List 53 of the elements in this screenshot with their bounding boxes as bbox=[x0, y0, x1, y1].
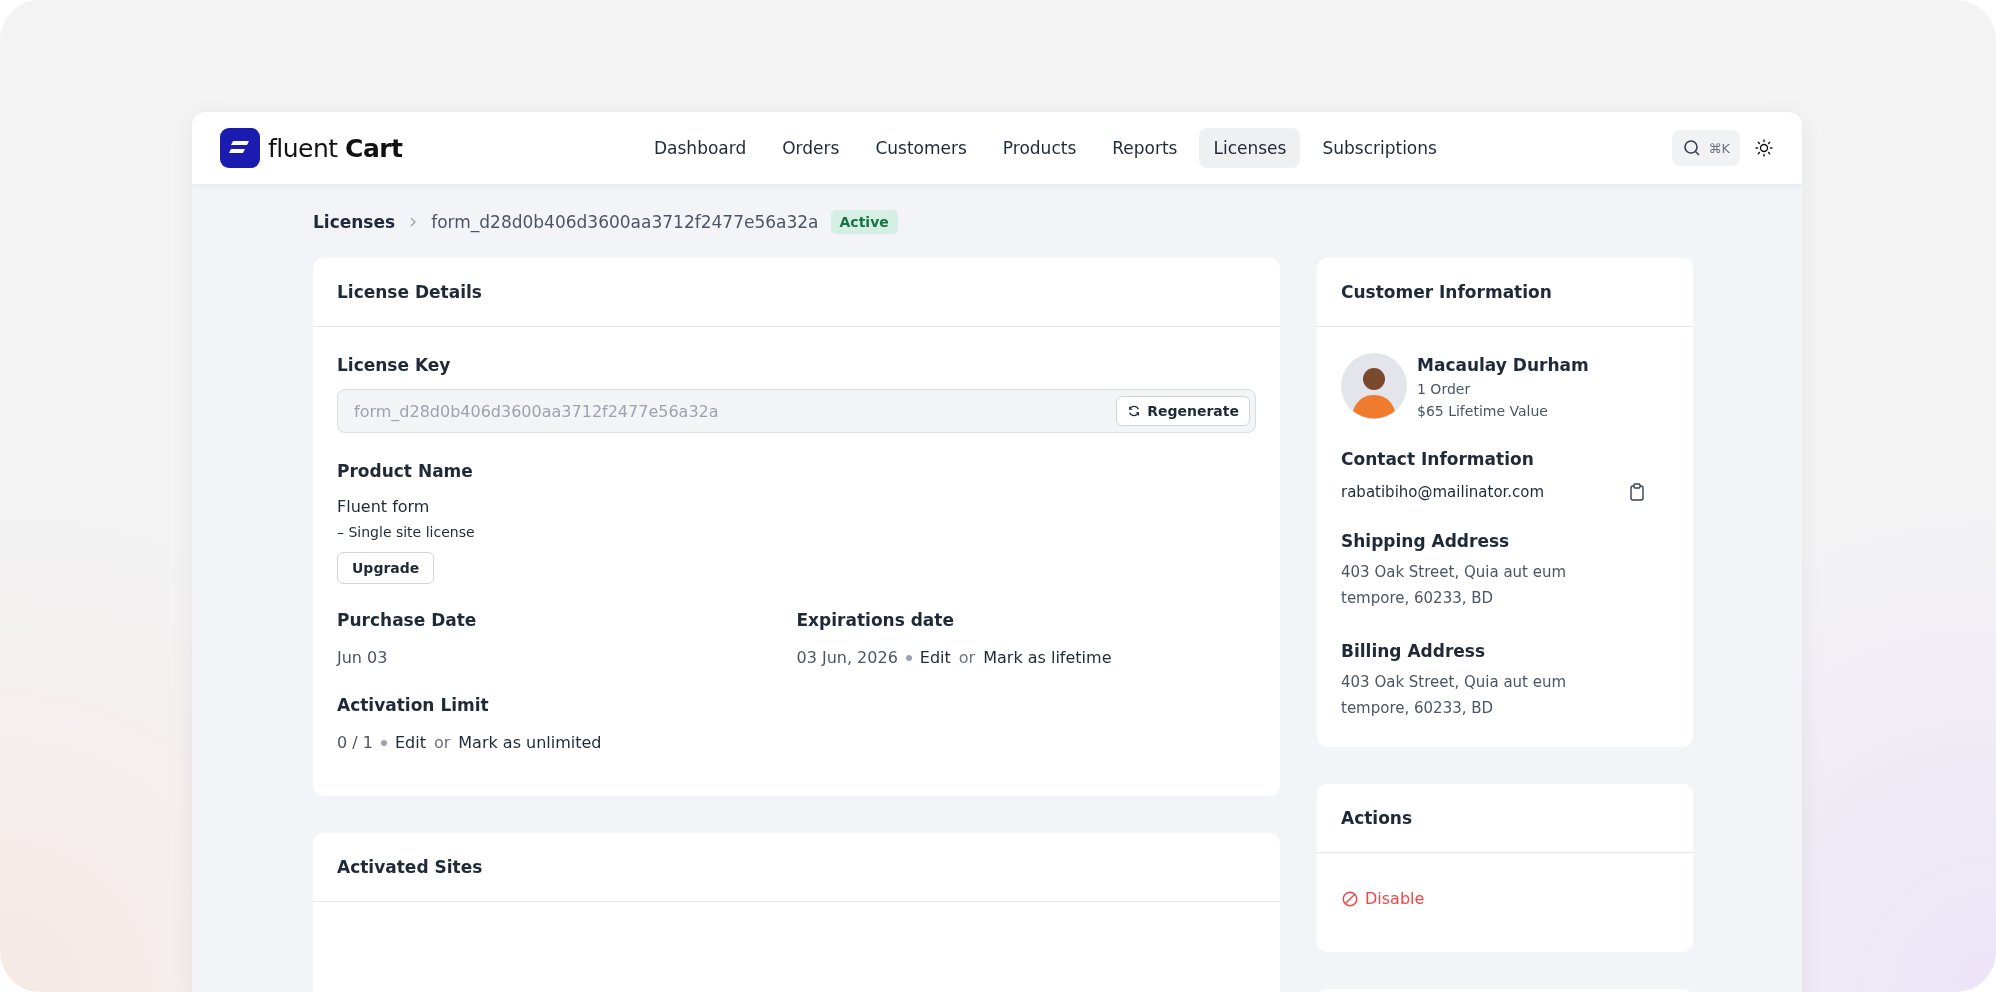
search-button[interactable]: ⌘K bbox=[1672, 130, 1740, 166]
address-text: 403 Oak Street, Quia aut eum tempore, 60233, BD bbox=[1341, 562, 1568, 609]
dot-separator-icon bbox=[380, 739, 387, 746]
status-badge: Active bbox=[830, 210, 898, 234]
nav-tab[interactable]: Subscriptions bbox=[1308, 128, 1451, 168]
copy-icon[interactable] bbox=[1629, 483, 1645, 501]
section-label: Billing Address bbox=[1341, 641, 1487, 661]
field-label: Purchase Date bbox=[337, 610, 478, 630]
mark-link[interactable]: Mark as unlimited bbox=[458, 733, 602, 752]
product-name: Fluent form bbox=[337, 497, 431, 516]
nav-tab[interactable]: Customers bbox=[861, 128, 981, 168]
breadcrumb-current: form_d28d0b406d3600aa3712f2477e56a32a bbox=[431, 212, 819, 232]
field-label: Expirations date bbox=[796, 610, 955, 630]
or-text: or bbox=[433, 733, 451, 752]
or-text: or bbox=[958, 648, 976, 667]
card-title: Activated Sites bbox=[337, 857, 483, 877]
section-label: Shipping Address bbox=[1341, 531, 1511, 551]
logo-icon bbox=[220, 128, 260, 168]
nav-tab[interactable]: Products bbox=[988, 128, 1091, 168]
nav-tab[interactable]: Dashboard bbox=[640, 128, 761, 168]
customer-name: Macaulay Durham bbox=[1417, 355, 1589, 375]
field-label: Activation Limit bbox=[337, 695, 490, 715]
sun-icon[interactable] bbox=[1754, 138, 1774, 158]
section-label: Contact Information bbox=[1341, 449, 1535, 469]
block-icon bbox=[1341, 889, 1359, 908]
card-title: Actions bbox=[1341, 808, 1413, 828]
edit-link[interactable]: Edit bbox=[394, 733, 426, 752]
lifetime-value: $65 Lifetime Value bbox=[1417, 403, 1549, 419]
dot-separator-icon bbox=[905, 654, 912, 661]
avatar bbox=[1341, 353, 1407, 419]
nav-tab[interactable]: Orders bbox=[768, 128, 854, 168]
brand-name: fluent Cart bbox=[268, 133, 403, 163]
card-title: License Details bbox=[337, 282, 482, 302]
nav-tab[interactable]: Reports bbox=[1098, 128, 1192, 168]
field-value: 0 / 1 bbox=[337, 733, 373, 752]
field-value: Jun 03 bbox=[337, 648, 388, 667]
card-title: Customer Information bbox=[1341, 282, 1552, 302]
upgrade-button[interactable]: Upgrade bbox=[337, 552, 435, 584]
regenerate-button[interactable]: Regenerate bbox=[1116, 396, 1250, 426]
mark-link[interactable]: Mark as lifetime bbox=[983, 648, 1112, 667]
refresh-icon bbox=[1127, 404, 1142, 418]
edit-link[interactable]: Edit bbox=[919, 648, 951, 667]
email-text: rabatibiho@mailinator.com bbox=[1341, 483, 1545, 501]
product-variation: – Single site license bbox=[337, 524, 476, 540]
disable-button[interactable]: Disable bbox=[1341, 889, 1425, 908]
field-label: License Key bbox=[337, 355, 452, 375]
field-label: Product Name bbox=[337, 461, 474, 481]
license-key-field[interactable]: form_d28d0b406d3600aa3712f2477e56a32a Regenerate bbox=[337, 389, 1256, 433]
address-text: 403 Oak Street, Quia aut eum tempore, 60233, BD bbox=[1341, 672, 1568, 719]
order-count: 1 Order bbox=[1417, 381, 1472, 397]
field-value: 03 Jun, 2026 bbox=[796, 648, 898, 667]
breadcrumb-link[interactable]: Licenses bbox=[313, 212, 396, 232]
nav-tab[interactable]: Licenses bbox=[1199, 128, 1301, 168]
